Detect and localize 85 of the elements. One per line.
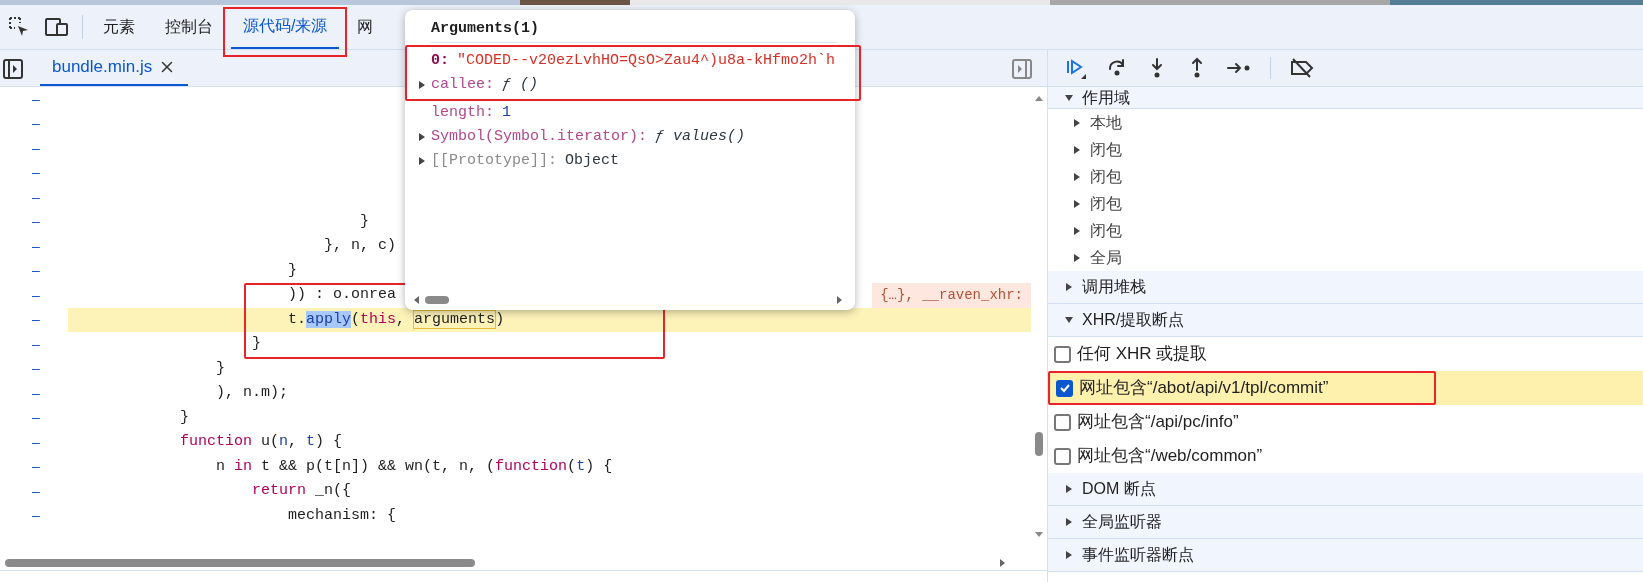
expand-icon[interactable] — [417, 156, 427, 166]
caret-icon[interactable] — [1064, 315, 1074, 325]
checkbox[interactable] — [1054, 413, 1071, 431]
section-header[interactable]: 事件监听器断点 — [1048, 539, 1643, 572]
gutter-marker: – — [31, 408, 41, 428]
panel-toggle-icon[interactable] — [1011, 58, 1033, 80]
code-line: } — [215, 358, 226, 379]
breakpoint-label: 网址包含“/api/pc/info” — [1077, 411, 1239, 434]
scrollbar[interactable] — [413, 294, 843, 306]
property-entry: length: 1 — [431, 102, 512, 123]
inspect-icon[interactable] — [8, 16, 30, 38]
caret-icon[interactable] — [1064, 484, 1074, 494]
caret-icon[interactable] — [1072, 198, 1082, 209]
scope-item[interactable]: 闭包 — [1048, 136, 1643, 163]
panel-tab[interactable]: 网 — [345, 5, 386, 49]
gutter-marker: – — [31, 432, 41, 452]
code-line: return _n({ — [251, 481, 352, 501]
property-entry: 0: "CODED--v20ezLvhHO=QsO>Zau4^)u8a-kHfmo2h`h — [431, 50, 836, 71]
gutter-marker: – — [31, 383, 41, 403]
panel-tab[interactable]: 元素 — [91, 5, 147, 49]
caret-icon[interactable] — [1064, 92, 1074, 103]
inline-value: {…}, __raven_xhr: — [872, 283, 1031, 308]
checkbox[interactable] — [1054, 345, 1071, 363]
property-entry[interactable]: [[Prototype]]: Object — [431, 149, 620, 173]
caret-icon[interactable] — [1072, 252, 1082, 263]
code-line: } — [359, 211, 370, 232]
checkbox[interactable] — [1054, 447, 1071, 465]
code-line: mechanism: { — [287, 505, 397, 526]
gutter-marker: – — [31, 212, 41, 232]
expand-icon[interactable] — [417, 132, 427, 142]
section-header[interactable]: DOM 断点 — [1048, 473, 1643, 506]
gutter-marker: – — [31, 187, 41, 207]
code-line: ), n.m); — [215, 383, 289, 403]
sidebar-toggle-icon[interactable] — [2, 58, 24, 80]
section-header[interactable]: XHR/提取断点 — [1048, 304, 1643, 337]
property-entry[interactable]: Symbol(Symbol.iterator): ƒ values() — [431, 125, 746, 149]
gutter-marker: – — [31, 163, 41, 183]
gutter-marker: – — [31, 114, 41, 134]
caret-icon[interactable] — [1072, 144, 1082, 155]
scope-item[interactable]: 闭包 — [1048, 217, 1643, 244]
section-header[interactable]: 全局监听器 — [1048, 506, 1643, 539]
gutter-marker: – — [31, 261, 41, 281]
gutter-marker: – — [31, 506, 41, 526]
code-line: } — [179, 407, 190, 428]
section-header[interactable]: 作用域 — [1048, 87, 1643, 109]
code-line: function u(n, t) { — [179, 432, 343, 452]
property-entry[interactable]: callee: ƒ () — [431, 73, 539, 97]
breakpoint-label: 网址包含“/web/common” — [1077, 445, 1263, 468]
caret-icon[interactable] — [1072, 171, 1082, 182]
gutter-marker: – — [31, 285, 41, 305]
code-line: }, n, c) — [323, 236, 397, 256]
code-line: } — [287, 260, 298, 281]
breakpoint-label: 任何 XHR 或提取 — [1077, 343, 1208, 366]
resume-icon[interactable] — [1064, 56, 1088, 80]
gutter-marker: – — [31, 138, 41, 158]
caret-icon[interactable] — [1064, 517, 1074, 527]
deactivate-breakpoints-icon[interactable] — [1289, 57, 1315, 79]
gutter-marker: – — [31, 457, 41, 477]
scope-item[interactable]: 全局 — [1048, 244, 1643, 271]
gutter-marker: – — [31, 334, 41, 354]
section-header[interactable]: 调用堆栈 — [1048, 271, 1643, 304]
gutter-marker: – — [31, 89, 41, 109]
check-icon — [1058, 382, 1071, 394]
gutter-marker: – — [31, 359, 41, 379]
scope-item[interactable]: 本地 — [1048, 109, 1643, 136]
caret-icon[interactable] — [1064, 550, 1074, 560]
gutter-marker: – — [31, 481, 41, 501]
file-tab[interactable]: bundle.min.js — [40, 50, 189, 86]
popup-title: Arguments(1) — [431, 19, 541, 39]
checkbox[interactable] — [1056, 379, 1073, 397]
scope-item[interactable]: 闭包 — [1048, 190, 1643, 217]
code-line: t.apply(this, arguments) — [287, 309, 505, 330]
caret-icon[interactable] — [1072, 225, 1082, 236]
panel-tab[interactable]: 控制台 — [153, 5, 225, 49]
gutter-marker: – — [31, 310, 41, 330]
caret-icon[interactable] — [1064, 282, 1074, 292]
expand-icon[interactable] — [417, 80, 427, 90]
code-line: )) : o.onrea — [287, 285, 397, 305]
gutter-marker: – — [31, 236, 41, 256]
code-line: n in t && p(t[n]) && wn(t, n, (function(t) { — [215, 456, 613, 477]
code-line: } — [251, 334, 262, 354]
caret-icon[interactable] — [1072, 117, 1082, 128]
device-icon[interactable] — [44, 16, 70, 38]
breakpoint-label: 网址包含“/abot/api/v1/tpl/commit” — [1079, 377, 1329, 400]
scope-item[interactable]: 闭包 — [1048, 163, 1643, 190]
